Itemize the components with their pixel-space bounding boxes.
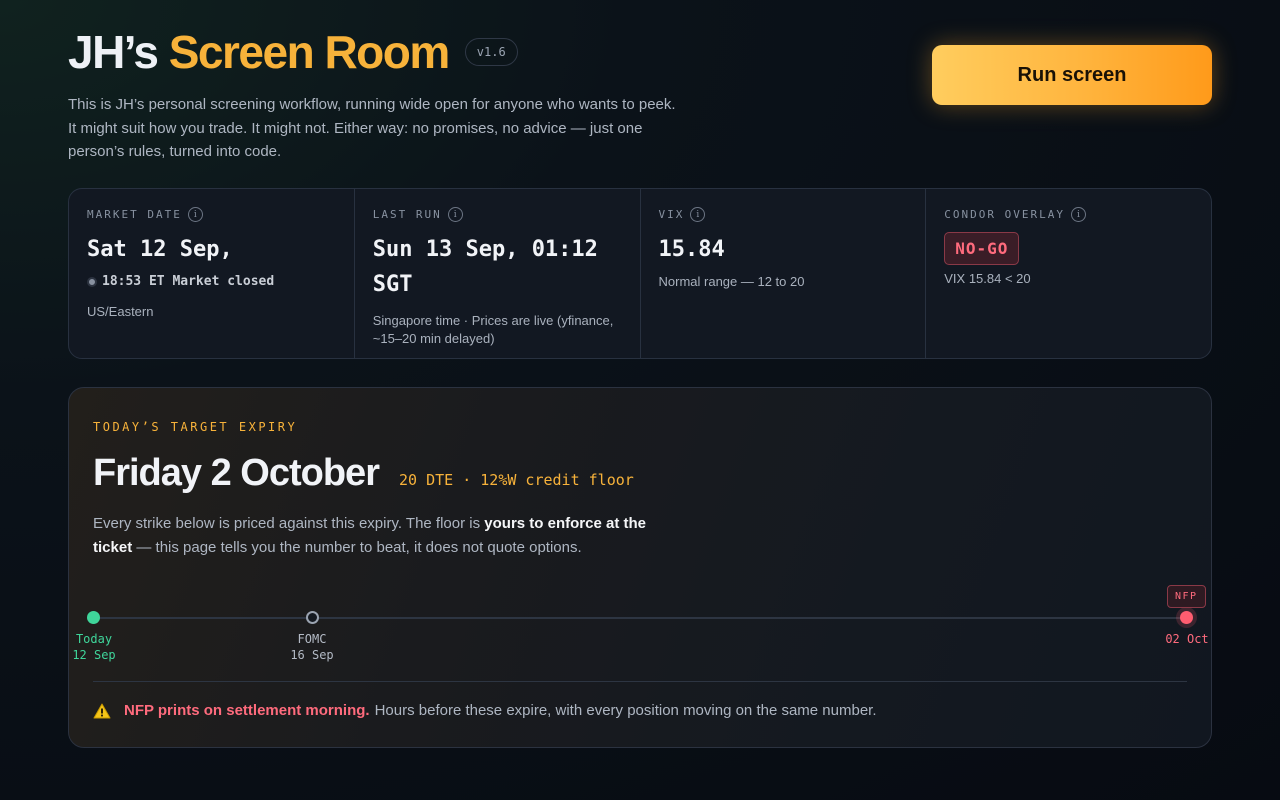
- version-badge: v1.6: [464, 38, 518, 66]
- expiry-date: Friday 2 October: [93, 452, 380, 494]
- stat-label: MARKET DATE i: [87, 207, 336, 222]
- timeline-node-nfp: [1180, 611, 1193, 624]
- timeline-track: [93, 617, 1187, 619]
- timeline-label-nfp: 02 Oct: [1147, 631, 1227, 647]
- target-expiry-card: TODAY’S TARGET EXPIRY Friday 2 October 2…: [68, 387, 1212, 748]
- timeline-label-fomc: FOMC 16 Sep: [272, 631, 352, 663]
- header: JH’s Screen Room v1.6 This is JH’s perso…: [68, 26, 688, 164]
- run-screen-button[interactable]: Run screen: [932, 45, 1212, 105]
- today-label: Today: [75, 632, 113, 646]
- nfp-date: 02 Oct: [1165, 632, 1209, 646]
- stat-last-run: LAST RUN i Sun 13 Sep, 01:12 SGT Singapo…: [355, 189, 641, 358]
- expiry-description: Every strike below is priced against thi…: [93, 512, 653, 560]
- condor-label: CONDOR OVERLAY: [944, 208, 1065, 221]
- warning-text: Hours before these expire, with every po…: [374, 702, 877, 719]
- info-icon[interactable]: i: [447, 207, 463, 222]
- stat-vix: VIX i 15.84 Normal range — 12 to 20: [641, 189, 927, 358]
- market-status: 18:53 ET Market closed: [87, 274, 336, 289]
- divider: [93, 681, 1187, 682]
- today-date: 12 Sep: [72, 648, 116, 662]
- warning-icon: [93, 703, 111, 718]
- market-date-value: Sat 12 Sep,: [87, 237, 233, 262]
- fomc-date: 16 Sep: [290, 648, 334, 662]
- info-icon[interactable]: i: [1070, 207, 1086, 222]
- nfp-tag: NFP: [1167, 585, 1206, 608]
- market-timezone: US/Eastern: [87, 304, 154, 319]
- nfp-warning: NFP prints on settlement morning. Hours …: [93, 702, 877, 719]
- stat-label: CONDOR OVERLAY i: [944, 207, 1193, 222]
- fomc-label: FOMC: [297, 632, 327, 646]
- expiry-row: Friday 2 October 20 DTE · 12%W credit fl…: [93, 452, 634, 495]
- vix-label: VIX: [658, 208, 685, 221]
- status-dot-icon: [87, 276, 97, 287]
- title-prefix: JH’s: [68, 26, 159, 78]
- intro-text: This is JH’s personal screening workflow…: [68, 96, 676, 160]
- info-icon[interactable]: i: [187, 207, 203, 222]
- market-status-text: 18:53 ET Market closed: [102, 274, 275, 289]
- stat-market-date: MARKET DATE i Sat 12 Sep, 18:53 ET Marke…: [69, 189, 355, 358]
- expiry-meta: 20 DTE · 12%W credit floor: [398, 471, 634, 489]
- last-run-sub: Singapore time · Prices are live (yfinan…: [372, 313, 614, 346]
- title-row: JH’s Screen Room v1.6: [68, 26, 688, 78]
- stat-label: LAST RUN i: [373, 207, 622, 222]
- timeline-node-today: [87, 611, 100, 624]
- condor-status-badge: NO-GO: [944, 232, 1020, 265]
- desc-before: Every strike below is priced against thi…: [93, 515, 485, 532]
- page-title: JH’s Screen Room: [68, 26, 451, 78]
- stat-label: VIX i: [659, 207, 908, 222]
- vix-value: 15.84: [658, 237, 725, 262]
- timeline-label-today: Today 12 Sep: [54, 631, 134, 663]
- info-icon[interactable]: i: [690, 207, 706, 222]
- warning-strong: NFP prints on settlement morning.: [124, 702, 370, 719]
- last-run-value: Sun 13 Sep, 01:12 SGT: [372, 237, 598, 297]
- vix-sub: Normal range — 12 to 20: [658, 274, 805, 289]
- timeline-node-fomc: [306, 611, 319, 624]
- desc-after: — this page tells you the number to beat…: [132, 539, 582, 556]
- last-run-label: LAST RUN: [372, 208, 442, 221]
- stats-panel: MARKET DATE i Sat 12 Sep, 18:53 ET Marke…: [68, 188, 1212, 359]
- title-accent: Screen Room: [168, 26, 451, 78]
- stat-condor-overlay: CONDOR OVERLAY i NO-GO VIX 15.84 < 20: [926, 189, 1211, 358]
- expiry-section-label: TODAY’S TARGET EXPIRY: [93, 420, 298, 434]
- condor-sub: VIX 15.84 < 20: [944, 271, 1031, 286]
- market-date-label: MARKET DATE: [87, 208, 182, 221]
